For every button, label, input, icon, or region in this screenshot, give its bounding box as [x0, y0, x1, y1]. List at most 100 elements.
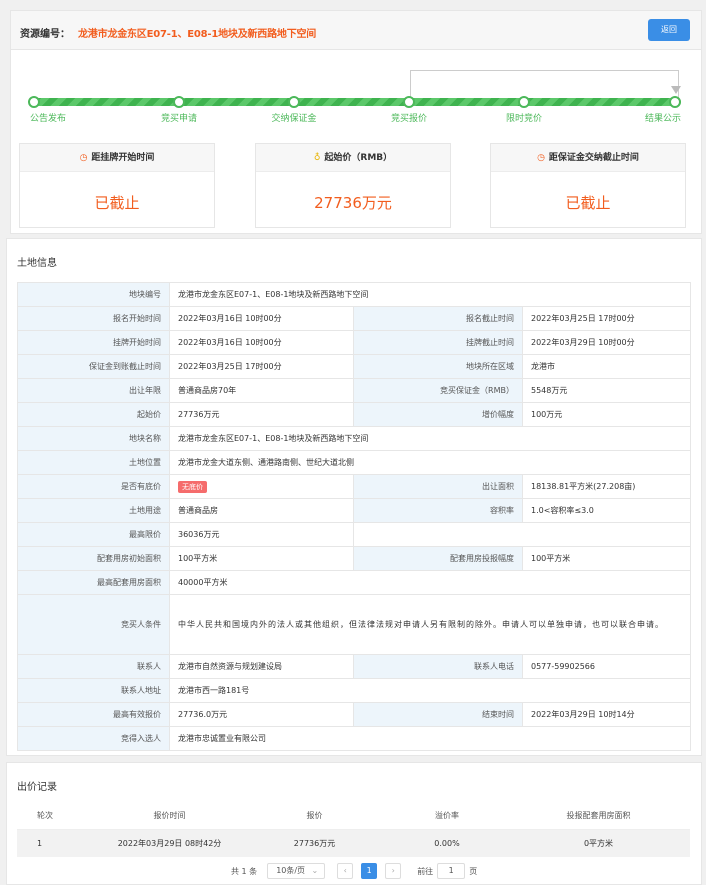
field-value: 龙港市龙金东区E07-1、E08-1地块及新西路地下空间 — [169, 282, 691, 307]
goto-label: 前往 — [417, 866, 434, 876]
column-header: 轮次 — [17, 803, 97, 830]
table-row: 1 2022年03月29日 08时42分 27736万元 0.00% 0平方米 — [17, 829, 690, 857]
field-value: 龙港市西一路181号 — [169, 678, 691, 703]
field-key: 挂牌开始时间 — [17, 330, 170, 355]
step-node — [669, 96, 681, 108]
resource-no-value: 龙港市龙金东区E07-1、E08-1地块及新西路地下空间 — [78, 29, 317, 40]
goto-page-input[interactable]: 1 — [437, 863, 466, 879]
field-value: 普通商品房70年 — [169, 378, 354, 403]
total-count: 共 1 条 — [231, 866, 258, 876]
no-reserve-badge: 无底价 — [178, 480, 207, 493]
field-value: 0577-59902566 — [522, 654, 691, 679]
step-label: 公告发布 — [29, 114, 67, 124]
box-value: 27736万元 — [314, 194, 392, 212]
field-value: 1.0<容积率≤3.0 — [522, 498, 691, 523]
field-value: 2022年03月29日 10时14分 — [522, 702, 691, 727]
field-value: 2022年03月25日 17时00分 — [522, 306, 691, 331]
progress-panel: 公告发布 竞买申请 交纳保证金 竞买报价 限时竞价 结果公示 ◷ 距挂牌开始时间 … — [10, 50, 702, 234]
field-value: 2022年03月16日 10时00分 — [169, 306, 354, 331]
field-value: 100平方米 — [522, 546, 691, 571]
field-value: 27736万元 — [169, 402, 354, 427]
cell-time: 2022年03月29日 08时42分 — [97, 829, 242, 857]
land-info-panel: 土地信息 地块编号 龙港市龙金东区E07-1、E08-1地块及新西路地下空间 报… — [6, 238, 702, 756]
chevron-left-icon: ‹ — [343, 866, 347, 875]
field-key: 最高限价 — [17, 522, 170, 547]
field-key: 最高配套用房面积 — [17, 570, 170, 595]
clock-icon: ◷ — [537, 153, 545, 163]
deposit-deadline-box: ◷ 距保证金交纳截止时间 已截止 — [490, 143, 686, 228]
field-key: 报名截止时间 — [353, 306, 523, 331]
box-title: 距保证金交纳截止时间 — [548, 153, 639, 163]
step-label: 交纳保证金 — [271, 114, 317, 124]
field-key: 增价幅度 — [353, 402, 523, 427]
field-key: 配套用房投报幅度 — [353, 546, 523, 571]
chevron-right-icon: › — [391, 866, 395, 875]
bidder-requirements: 中华人民共和国境内外的法人或其他组织，但法律法规对申请人另有限制的除外。申请人可… — [169, 594, 691, 655]
box-title: 起始价（RMB） — [324, 153, 393, 163]
field-key: 地块名称 — [17, 426, 170, 451]
progress-track — [33, 98, 681, 106]
column-header: 溢价率 — [387, 803, 507, 830]
field-value: 无底价 — [169, 474, 354, 499]
step-node — [403, 96, 415, 108]
step-label: 竞买报价 — [390, 114, 428, 124]
field-key: 土地位置 — [17, 450, 170, 475]
field-key: 挂牌截止时间 — [353, 330, 523, 355]
cell-round: 1 — [17, 829, 97, 857]
field-value: 36036万元 — [169, 522, 354, 547]
field-value: 18138.81平方米(27.208亩) — [522, 474, 691, 499]
next-page-button[interactable]: › — [385, 863, 402, 879]
step-label: 竞买申请 — [160, 114, 198, 124]
field-key: 出让年限 — [17, 378, 170, 403]
field-value: 龙港市龙金东区E07-1、E08-1地块及新西路地下空间 — [169, 426, 691, 451]
prev-page-button[interactable]: ‹ — [337, 863, 354, 879]
box-title: 距挂牌开始时间 — [91, 153, 155, 163]
field-key: 竞得入选人 — [17, 726, 170, 751]
cell-area: 0平方米 — [507, 829, 690, 857]
back-button[interactable]: 返回 — [648, 19, 690, 41]
arrow-down-icon — [671, 86, 681, 94]
field-value: 2022年03月29日 10时00分 — [522, 330, 691, 355]
field-key: 最高有效报价 — [17, 702, 170, 727]
start-price-box: ♁ 起始价（RMB） 27736万元 — [255, 143, 451, 228]
field-value: 普通商品房 — [169, 498, 354, 523]
bid-records-panel: 出价记录 轮次 报价时间 报价 溢价率 投报配套用房面积 1 2022年03月2… — [6, 762, 702, 885]
cell-premium: 0.00% — [387, 829, 507, 857]
field-key: 出让面积 — [353, 474, 523, 499]
field-value: 龙港市忠诚置业有限公司 — [169, 726, 691, 751]
field-key: 配套用房初始面积 — [17, 546, 170, 571]
field-key: 联系人地址 — [17, 678, 170, 703]
page-number-current[interactable]: 1 — [361, 863, 378, 879]
field-value: 5548万元 — [522, 378, 691, 403]
field-key: 报名开始时间 — [17, 306, 170, 331]
field-value: 龙港市自然资源与规划建设局 — [169, 654, 354, 679]
section-title: 土地信息 — [17, 258, 57, 269]
chevron-down-icon: ⌄ — [311, 866, 319, 875]
cell-price: 27736万元 — [242, 829, 387, 857]
step-node — [288, 96, 300, 108]
field-key: 是否有底价 — [17, 474, 170, 499]
land-info-table: 地块编号 龙港市龙金东区E07-1、E08-1地块及新西路地下空间 报名开始时间… — [17, 282, 691, 751]
section-title: 出价记录 — [17, 782, 57, 793]
step-label: 结果公示 — [644, 114, 682, 124]
listing-start-box: ◷ 距挂牌开始时间 已截止 — [19, 143, 215, 228]
column-header: 投报配套用房面积 — [507, 803, 690, 830]
page-unit-label: 页 — [469, 866, 478, 876]
field-value: 27736.0万元 — [169, 702, 354, 727]
field-key: 联系人电话 — [353, 654, 523, 679]
empty-cell — [353, 522, 691, 547]
resource-header: 资源编号： 龙港市龙金东区E07-1、E08-1地块及新西路地下空间 返回 — [10, 10, 702, 50]
field-key: 地块所在区域 — [353, 354, 523, 379]
pagination: 共 1 条 10条/页 ⌄ ‹ 1 › 前往 1 页 — [231, 863, 477, 879]
field-value: 100平方米 — [169, 546, 354, 571]
field-key: 地块编号 — [17, 282, 170, 307]
clock-icon: ◷ — [79, 153, 88, 163]
resource-no-label: 资源编号： — [20, 29, 70, 40]
field-key: 保证金到账截止时间 — [17, 354, 170, 379]
page-size-select[interactable]: 10条/页 ⌄ — [267, 863, 326, 879]
field-key: 竞买人条件 — [17, 594, 170, 655]
field-key: 竞买保证金（RMB） — [353, 378, 523, 403]
field-value: 100万元 — [522, 402, 691, 427]
page-size-value: 10条/页 — [276, 866, 306, 875]
field-value: 2022年03月16日 10时00分 — [169, 330, 354, 355]
